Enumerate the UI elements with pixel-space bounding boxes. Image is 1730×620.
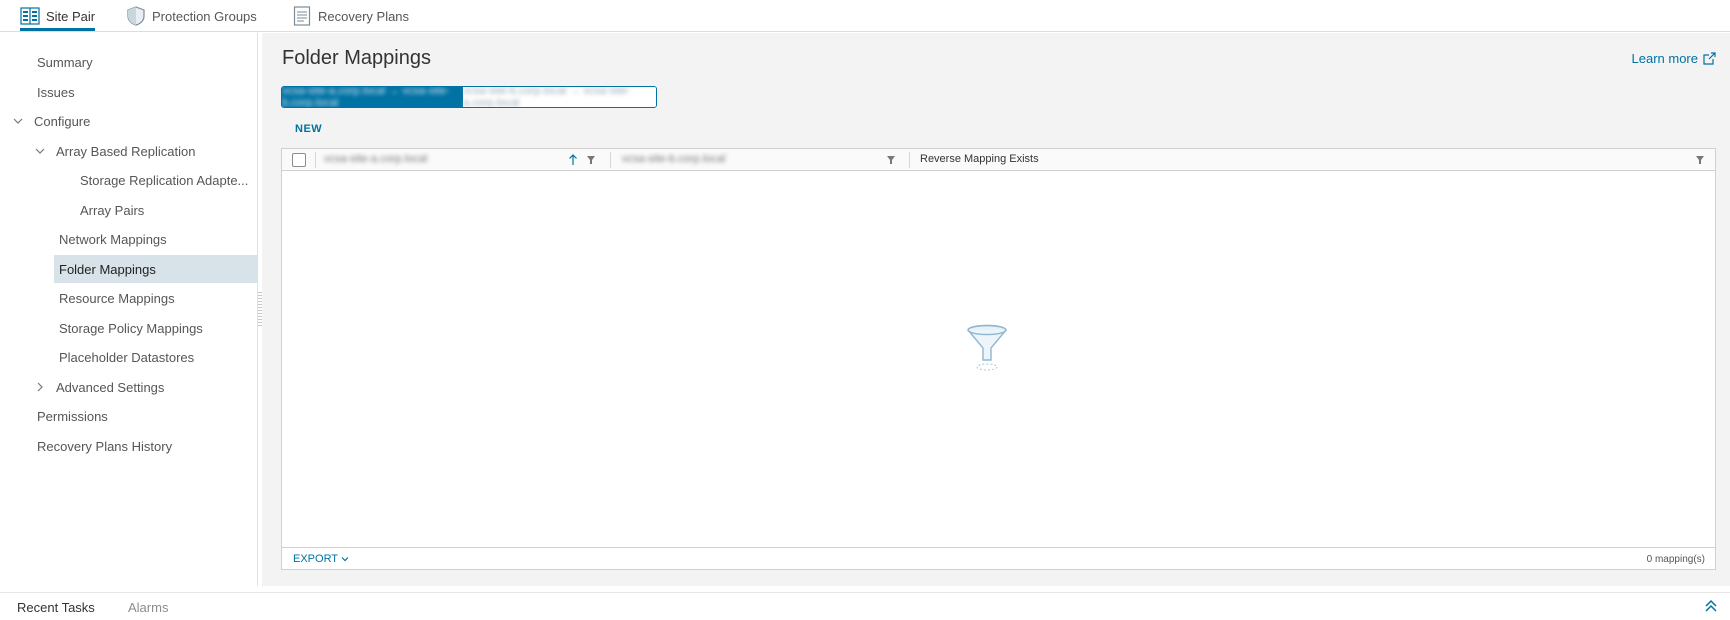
nav-item-label: Recovery Plans History (37, 438, 173, 454)
nav-item-label: Issues (37, 84, 75, 100)
nav-item-resource-mappings[interactable]: Resource Mappings (59, 284, 175, 312)
bottom-panel-bar: Recent Tasks Alarms (0, 592, 1730, 620)
nav-item-label: Placeholder Datastores (59, 349, 195, 365)
learn-more-link[interactable]: Learn more (1632, 51, 1716, 66)
tab-protection-groups[interactable]: Protection Groups (126, 0, 257, 32)
page-title: Folder Mappings (282, 47, 431, 69)
external-link-icon (1703, 52, 1716, 65)
sort-ascending-icon[interactable] (567, 154, 579, 166)
nav-item-storage-replication-adapters[interactable]: Storage Replication Adapte... (80, 166, 248, 194)
column-header-source[interactable]: vcsa-site-a.corp.local (324, 153, 427, 165)
tab-site-pair[interactable]: Site Pair (20, 0, 96, 32)
filter-icon[interactable] (585, 154, 597, 166)
nav-item-label: Folder Mappings (59, 261, 156, 277)
nav-item-permissions[interactable]: Permissions (37, 402, 108, 430)
shield-icon (126, 6, 146, 26)
tab-label: Recovery Plans (318, 8, 410, 24)
export-label: EXPORT (293, 553, 339, 565)
main-content: Folder Mappings Learn more vcsa-site-a.c… (262, 33, 1730, 586)
direction-left-label: vcsa-site-a.corp.local → vcsa-site-b.cor… (282, 86, 450, 108)
top-tab-bar: Site Pair Protection Groups Recovery Pla… (0, 0, 1730, 32)
nav-item-storage-policy-mappings[interactable]: Storage Policy Mappings (59, 314, 203, 342)
chevron-down-icon[interactable] (12, 115, 24, 127)
nav-item-label: Storage Replication Adapte... (80, 172, 249, 188)
nav-item-label: Resource Mappings (59, 290, 175, 306)
chevron-right-icon[interactable] (34, 381, 46, 393)
folder-mappings-grid: vcsa-site-a.corp.local vcsa-site-b.corp.… (281, 148, 1716, 570)
nav-item-array-pairs[interactable]: Array Pairs (80, 196, 144, 224)
tab-recent-tasks[interactable]: Recent Tasks (17, 600, 95, 615)
mapping-direction-toggle: vcsa-site-a.corp.local → vcsa-site-b.cor… (281, 86, 657, 108)
site-pair-icon (20, 6, 40, 26)
nav-item-array-based-replication[interactable]: Array Based Replication (34, 137, 195, 165)
nav-item-label: Configure (34, 113, 91, 129)
new-button[interactable]: NEW (295, 123, 322, 135)
row-count: 0 mapping(s) (1646, 554, 1705, 565)
double-chevron-up-icon[interactable] (1704, 599, 1718, 618)
column-header-target[interactable]: vcsa-site-b.corp.local (622, 153, 725, 165)
nav-item-label: Storage Policy Mappings (59, 320, 203, 336)
column-divider[interactable] (315, 152, 316, 168)
direction-left-button[interactable]: vcsa-site-a.corp.local → vcsa-site-b.cor… (282, 87, 463, 107)
tab-label: Site Pair (46, 8, 96, 24)
filter-icon[interactable] (1694, 154, 1706, 166)
document-icon (292, 6, 312, 26)
nav-item-advanced-settings[interactable]: Advanced Settings (34, 373, 164, 401)
nav-item-folder-mappings[interactable]: Folder Mappings (54, 255, 258, 283)
learn-more-label: Learn more (1631, 51, 1698, 66)
nav-item-label: Array Pairs (80, 202, 145, 218)
column-header-reverse-mapping[interactable]: Reverse Mapping Exists (920, 153, 1039, 165)
nav-item-label: Permissions (37, 408, 108, 424)
nav-item-placeholder-datastores[interactable]: Placeholder Datastores (59, 343, 194, 371)
tab-label: Protection Groups (152, 8, 257, 24)
grid-footer: EXPORT 0 mapping(s) (282, 547, 1715, 569)
direction-right-label: vcsa-site-b.corp.local → vcsa-site-a.cor… (463, 86, 631, 108)
nav-item-label: Advanced Settings (56, 379, 165, 395)
nav-item-network-mappings[interactable]: Network Mappings (59, 225, 167, 253)
export-button[interactable]: EXPORT (293, 553, 349, 565)
nav-item-recovery-plans-history[interactable]: Recovery Plans History (37, 432, 172, 460)
direction-right-button[interactable]: vcsa-site-b.corp.local → vcsa-site-a.cor… (463, 87, 656, 107)
nav-item-issues[interactable]: Issues (37, 78, 75, 106)
tab-recovery-plans[interactable]: Recovery Plans (292, 0, 409, 32)
column-divider[interactable] (610, 152, 611, 168)
chevron-down-icon (341, 555, 349, 563)
nav-item-label: Array Based Replication (56, 143, 196, 159)
funnel-icon (966, 324, 1010, 379)
nav-item-configure[interactable]: Configure (12, 107, 90, 135)
nav-item-summary[interactable]: Summary (37, 48, 93, 76)
tab-alarms[interactable]: Alarms (128, 600, 168, 615)
grid-header: vcsa-site-a.corp.local vcsa-site-b.corp.… (282, 149, 1715, 171)
nav-item-label: Summary (37, 54, 93, 70)
nav-item-label: Network Mappings (59, 231, 167, 247)
select-all-checkbox[interactable] (292, 153, 306, 167)
column-divider[interactable] (909, 152, 910, 168)
filter-icon[interactable] (885, 154, 897, 166)
chevron-down-icon[interactable] (34, 145, 46, 157)
left-nav-tree: Summary Issues Configure Array Based Rep… (2, 33, 258, 586)
